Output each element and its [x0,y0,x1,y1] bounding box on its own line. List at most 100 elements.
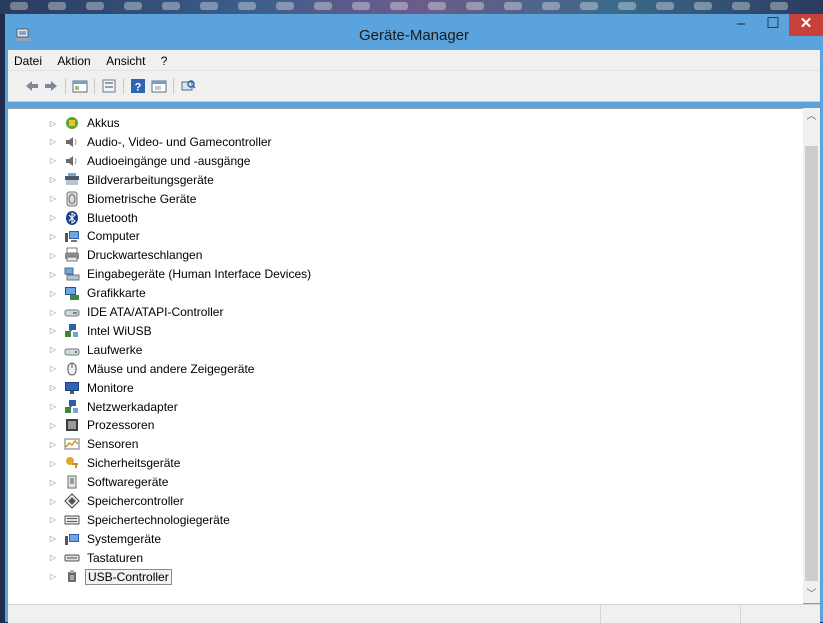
close-button[interactable]: ✕ [789,14,823,36]
tree-item-label[interactable]: Computer [85,228,142,244]
expand-arrow-icon[interactable]: ▷ [48,497,58,506]
expand-arrow-icon[interactable]: ▷ [48,156,58,165]
expand-arrow-icon[interactable]: ▷ [48,270,58,279]
svg-text:?: ? [135,82,142,94]
expand-arrow-icon[interactable]: ▷ [48,119,58,128]
tree-item-label[interactable]: Bildverarbeitungsgeräte [85,172,216,188]
menu-aktion[interactable]: Aktion [51,50,96,68]
tree-item[interactable]: ▷ Netzwerkadapter [48,398,180,416]
tree-item[interactable]: ▷ Intel WiUSB [48,322,154,340]
update-driver-icon[interactable] [101,78,117,94]
tree-item-label[interactable]: Eingabegeräte (Human Interface Devices) [85,266,313,282]
expand-arrow-icon[interactable]: ▷ [48,213,58,222]
scroll-up-icon[interactable]: ︿ [803,108,820,125]
tree-item[interactable]: ▷ Mäuse und andere Zeigegeräte [48,360,256,378]
tree-item-label[interactable]: Systemgeräte [85,531,163,547]
tree-item[interactable]: ▷ Computer [48,227,142,245]
tree-item[interactable]: ▷ Speichertechnologiegeräte [48,511,232,529]
battery-icon [66,117,78,129]
tree-item[interactable]: ▷ Systemgeräte [48,530,163,548]
expand-arrow-icon[interactable]: ▷ [48,383,58,392]
tree-item[interactable]: ▷ IDE ATA/ATAPI-Controller [48,303,225,321]
expand-arrow-icon[interactable]: ▷ [48,478,58,487]
tree-item-label[interactable]: Speichertechnologiegeräte [85,512,232,528]
tree-item[interactable]: ▷ Druckwarteschlangen [48,246,204,264]
help-icon[interactable]: ? [130,78,146,94]
scan-hardware-icon[interactable] [180,78,196,94]
scroll-down-icon[interactable]: ﹀ [803,586,820,603]
tree-item[interactable]: ▷ Sicherheitsgeräte [48,454,182,472]
expand-arrow-icon[interactable]: ▷ [48,194,58,203]
expand-arrow-icon[interactable]: ▷ [48,553,58,562]
expand-arrow-icon[interactable]: ▷ [48,364,58,373]
tree-item[interactable]: ▷ Audioeingänge und -ausgänge [48,152,252,170]
tree-item[interactable]: ▷ Sensoren [48,435,140,453]
tree-item-label[interactable]: Intel WiUSB [85,323,154,339]
tree-item-label[interactable]: Audio-, Video- und Gamecontroller [85,134,274,150]
tree-item-label[interactable]: Prozessoren [85,417,156,433]
tree-item-label[interactable]: Sicherheitsgeräte [85,455,182,471]
expand-arrow-icon[interactable]: ▷ [48,440,58,449]
tree-item-label[interactable]: Tastaturen [85,550,145,566]
tree-item[interactable]: ▷ Audio-, Video- und Gamecontroller [48,133,274,151]
tree-item[interactable]: ▷ Prozessoren [48,416,156,434]
properties-icon[interactable] [72,78,88,94]
expand-arrow-icon[interactable]: ▷ [48,534,58,543]
tree-item-label[interactable]: Sensoren [85,436,140,452]
title-bar[interactable]: Geräte-Manager – ☐ ✕ [5,14,823,50]
menu-datei[interactable]: Datei [8,50,48,68]
tree-item[interactable]: ▷ Eingabegeräte (Human Interface Devices) [48,265,313,283]
tree-item-label[interactable]: Speichercontroller [85,493,186,509]
tree-item[interactable]: ▷ Laufwerke [48,341,144,359]
tree-item-label[interactable]: Akkus [85,115,122,131]
tree-item-label[interactable]: Laufwerke [85,342,144,358]
expand-arrow-icon[interactable]: ▷ [48,175,58,184]
tree-item-label[interactable]: Netzwerkadapter [85,399,180,415]
menu-bar: Datei Aktion Ansicht ? [8,50,820,71]
expand-arrow-icon[interactable]: ▷ [48,251,58,260]
minimize-button[interactable]: – [725,14,757,36]
tree-item[interactable]: ▷ USB-Controller [48,568,172,586]
expand-arrow-icon[interactable]: ▷ [48,572,58,581]
scroll-thumb[interactable] [805,146,818,581]
tree-item[interactable]: ▷ Bildverarbeitungsgeräte [48,171,216,189]
tree-item-label[interactable]: Biometrische Geräte [85,191,198,207]
tree-item-label[interactable]: Audioeingänge und -ausgänge [85,153,252,169]
tree-item[interactable]: ▷ Akkus [48,114,122,132]
expand-arrow-icon[interactable]: ▷ [48,345,58,354]
tree-item[interactable]: ▷ Grafikkarte [48,284,148,302]
tree-item[interactable]: ▷ Softwaregeräte [48,473,170,491]
tree-item[interactable]: ▷ Speichercontroller [48,492,186,510]
expand-arrow-icon[interactable]: ▷ [48,137,58,146]
expand-arrow-icon[interactable]: ▷ [48,289,58,298]
expand-arrow-icon[interactable]: ▷ [48,308,58,317]
show-hidden-icon[interactable] [151,78,167,94]
mouse-icon [67,362,77,376]
menu-ansicht[interactable]: Ansicht [100,50,151,68]
tree-item[interactable]: ▷ Tastaturen [48,549,145,567]
maximize-button[interactable]: ☐ [757,14,789,36]
tree-item-label[interactable]: Softwaregeräte [85,474,170,490]
tree-item-label[interactable]: Grafikkarte [85,285,148,301]
forward-icon[interactable] [43,78,59,94]
expand-arrow-icon[interactable]: ▷ [48,326,58,335]
toolbar: ? [8,71,820,102]
tree-item-label[interactable]: Druckwarteschlangen [85,247,204,263]
tree-item-label[interactable]: IDE ATA/ATAPI-Controller [85,304,225,320]
tree-item[interactable]: ▷ Biometrische Geräte [48,190,198,208]
expand-arrow-icon[interactable]: ▷ [48,402,58,411]
back-icon[interactable] [24,78,40,94]
tree-item-label[interactable]: USB-Controller [85,568,172,585]
tree-item-label[interactable]: Bluetooth [85,210,140,226]
vertical-scrollbar[interactable]: ︿ ﹀ [803,108,820,603]
tree-item[interactable]: ▷ Monitore [48,379,136,397]
menu-help[interactable]: ? [155,50,174,68]
window-title: Geräte-Manager [358,27,470,44]
tree-item[interactable]: ▷ Bluetooth [48,209,140,227]
tree-item-label[interactable]: Mäuse und andere Zeigegeräte [85,361,256,377]
expand-arrow-icon[interactable]: ▷ [48,515,58,524]
tree-item-label[interactable]: Monitore [85,380,136,396]
expand-arrow-icon[interactable]: ▷ [48,459,58,468]
expand-arrow-icon[interactable]: ▷ [48,232,58,241]
expand-arrow-icon[interactable]: ▷ [48,421,58,430]
